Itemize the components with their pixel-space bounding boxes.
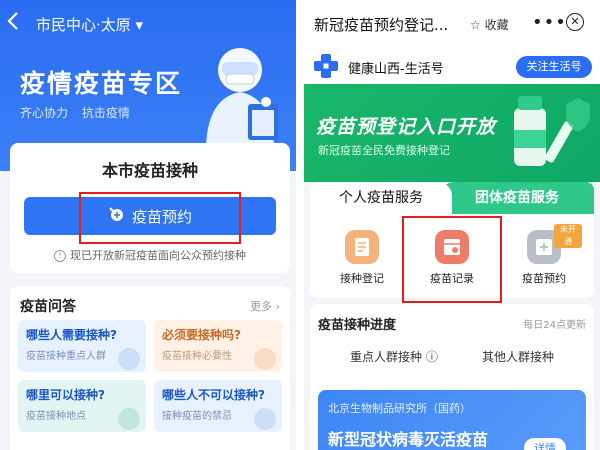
info-icon: ! xyxy=(54,250,66,262)
qa-item-where[interactable]: 哪里可以接种? 疫苗接种地点 xyxy=(18,380,146,432)
more-options-icon[interactable]: ••• xyxy=(532,12,567,33)
person-icon xyxy=(118,348,140,370)
progress-update-note: 每日24点更新 xyxy=(523,320,586,331)
qa-question: 哪些人需要接种? xyxy=(26,328,117,342)
syringe-icon xyxy=(254,348,276,370)
close-icon[interactable]: ✕ xyxy=(566,13,584,31)
service-label: 接种登记 xyxy=(340,272,384,285)
hospital-icon xyxy=(118,408,140,430)
register-icon xyxy=(345,230,379,264)
vaccination-progress-card: 疫苗接种进度 每日24点更新 重点人群接种 ⓘ 其他人群接种 北京生物制品研究所… xyxy=(310,304,594,450)
slogan-2: 抗击疫情 xyxy=(81,106,130,120)
vaccine-vial-illustration xyxy=(514,96,590,166)
qa-item-must-vaccinate[interactable]: 必须要接种吗? 疫苗接种必要性 xyxy=(154,320,282,372)
brand-name: 健康山西-生活号 xyxy=(348,62,444,77)
qa-item-who-cannot[interactable]: 哪些人不可以接种? 接种疫苗的禁忌 xyxy=(154,380,282,432)
banner-headline: 疫苗预登记入口开放 xyxy=(316,116,497,138)
not-open-badge: 未开通 xyxy=(554,224,582,248)
tab-other-groups[interactable]: 其他人群接种 xyxy=(482,348,554,365)
qa-question: 哪里可以接种? xyxy=(26,388,105,402)
mini-app-topbar: 新冠疫苗预约登记... ☆ 收藏 ••• ✕ xyxy=(304,0,600,48)
highlight-box-record xyxy=(402,216,502,303)
detail-button[interactable]: 详情 xyxy=(524,438,566,450)
service-appointment[interactable]: 未开通 疫苗预约 xyxy=(506,224,582,294)
slogan-1: 齐心协力 xyxy=(20,106,69,120)
tab-group-service[interactable]: 团体疫苗服务 xyxy=(440,182,594,214)
qa-title: 疫苗问答 xyxy=(20,299,76,315)
qa-item-who-needs[interactable]: 哪些人需要接种? 疫苗接种重点人群 xyxy=(18,320,146,372)
left-screen: 市民中心·太原 ▾ 疫情疫苗专区 齐心协力 抗击疫情 本市疫苗接种 疫苗预约 !… xyxy=(0,0,296,450)
service-register[interactable]: 接种登记 xyxy=(324,224,400,294)
institute-card[interactable]: 北京生物制品研究所（国药） 新型冠状病毒灭活疫苗 详情 xyxy=(318,390,586,450)
back-icon[interactable] xyxy=(6,10,30,38)
vaccine-name: 新型冠状病毒灭活疫苗 xyxy=(328,430,489,449)
qa-question: 哪些人不可以接种? xyxy=(162,388,265,402)
hero-title: 疫情疫苗专区 xyxy=(20,69,183,98)
right-screen: 新冠疫苗预约登记... ☆ 收藏 ••• ✕ 健康山西-生活号 关注生活号 疫苗… xyxy=(304,0,600,450)
qa-question: 必须要接种吗? xyxy=(162,328,241,342)
vaccine-qa-card: 疫苗问答 更多 › 哪些人需要接种? 疫苗接种重点人群 必须要接种吗? 疫苗接种… xyxy=(10,286,290,450)
qa-more-link[interactable]: 更多 › xyxy=(250,298,280,314)
favorite-button[interactable]: ☆ 收藏 xyxy=(470,16,509,33)
mini-app-title: 新冠疫苗预约登记... xyxy=(314,16,449,34)
medical-kit-icon xyxy=(254,408,276,430)
booking-notice: ! 现已开放新冠疫苗面向公众预约接种 xyxy=(10,247,290,263)
medical-staff-illustration xyxy=(206,48,278,146)
banner-subtitle: 新冠疫苗全民免费接种登记 xyxy=(318,144,450,157)
city-selector[interactable]: 市民中心·太原 ▾ xyxy=(36,14,143,35)
institute-name: 北京生物制品研究所（国药） xyxy=(328,402,471,415)
progress-title: 疫苗接种进度 xyxy=(318,318,397,333)
highlight-box-booking xyxy=(79,192,241,244)
hero-slogans: 齐心协力 抗击疫情 xyxy=(20,104,140,121)
vaccination-card-title: 本市疫苗接种 xyxy=(101,161,198,180)
follow-button[interactable]: 关注生活号 xyxy=(516,56,592,78)
brand-bar: 健康山西-生活号 关注生活号 xyxy=(304,48,600,84)
service-label: 疫苗预约 xyxy=(522,272,566,285)
registration-banner[interactable]: 疫苗预登记入口开放 新冠疫苗全民免费接种登记 xyxy=(304,84,600,182)
tab-key-groups[interactable]: 重点人群接种 ⓘ xyxy=(350,348,438,365)
tab-personal-service[interactable]: 个人疫苗服务 xyxy=(310,182,452,214)
booking-notice-text: 现已开放新冠疫苗面向公众预约接种 xyxy=(70,249,246,262)
health-cross-logo-icon xyxy=(314,54,338,78)
